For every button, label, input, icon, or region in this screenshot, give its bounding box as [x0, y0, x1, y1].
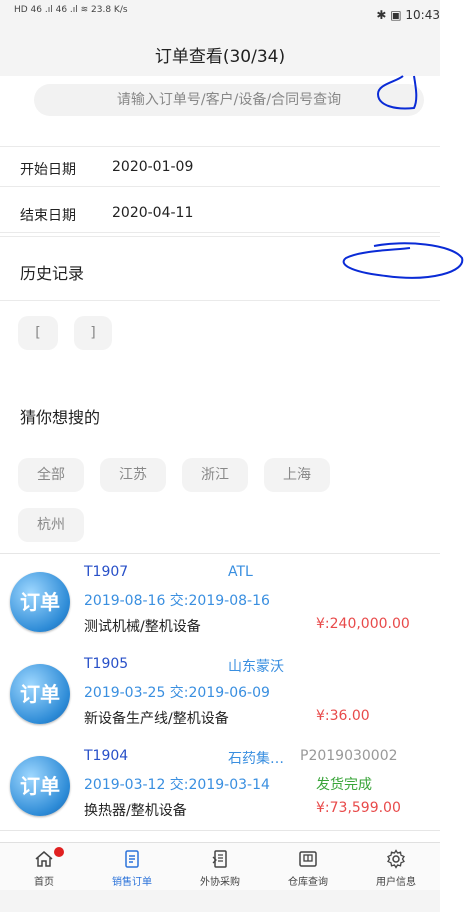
history-title: 历史记录 — [20, 264, 85, 283]
suggest-chip-zhejiang[interactable]: 浙江 — [182, 458, 248, 492]
search-input[interactable] — [34, 84, 424, 116]
tab-label: 仓库查询 — [288, 877, 328, 888]
ink-stroke — [342, 242, 464, 279]
order-row[interactable]: 订单 T1905 山东蒙沃 2019-03-25 交:2019-06-09 新设… — [0, 646, 440, 739]
start-date-label: 开始日期 — [20, 162, 76, 178]
tab-purchase[interactable]: 外协采购 — [176, 843, 264, 891]
status-right: ✱ ▣ 10:43 — [376, 8, 440, 22]
order-amount: ¥:36.00 — [316, 708, 370, 724]
bottom-strip — [0, 890, 440, 912]
order-row[interactable]: 订单 T1904 石药集… P2019030002 2019-03-12 交:2… — [0, 738, 440, 831]
order-amount: ¥:240,000.00 — [316, 616, 410, 632]
title-bar: 订单查看(30/34) — [0, 30, 440, 76]
start-date-value[interactable]: 2020-01-09 — [112, 159, 193, 175]
status-left: HD 46 .ıl 46 .ıl ≋ 23.8 K/s — [14, 5, 128, 15]
tab-label: 用户信息 — [376, 877, 416, 888]
purchase-icon — [212, 850, 227, 868]
order-id: T1907 — [84, 564, 129, 580]
tab-label: 首页 — [34, 877, 54, 888]
tab-warehouse[interactable]: 仓库查询 — [264, 843, 352, 891]
order-dates: 2019-03-12 交:2019-03-14 — [84, 777, 270, 793]
history-chip[interactable]: [ — [18, 316, 58, 350]
gear-icon — [387, 849, 405, 869]
suggest-chip-jiangsu[interactable]: 江苏 — [100, 458, 166, 492]
order-amount: ¥:73,599.00 — [316, 800, 401, 816]
order-id: T1904 — [84, 748, 129, 764]
order-dates: 2019-03-25 交:2019-06-09 — [84, 685, 270, 701]
tab-home[interactable]: 首页 — [0, 843, 88, 891]
tab-sales-order[interactable]: 销售订单 — [88, 843, 176, 891]
order-icon: 订单 — [10, 756, 70, 816]
suggest-chip-all[interactable]: 全部 — [18, 458, 84, 492]
suggest-chip-hangzhou[interactable]: 杭州 — [18, 508, 84, 542]
order-contract: P2019030002 — [300, 748, 398, 764]
search-area — [0, 76, 440, 147]
history-chip[interactable]: ] — [74, 316, 112, 350]
suggest-title: 猜你想搜的 — [20, 408, 101, 427]
order-customer: ATL — [228, 564, 253, 580]
order-customer: 石药集… — [228, 751, 284, 767]
order-product: 测试机械/整机设备 — [84, 619, 201, 635]
tab-label: 销售订单 — [112, 877, 152, 888]
order-icon: 订单 — [10, 664, 70, 724]
tab-user-info[interactable]: 用户信息 — [352, 843, 440, 891]
notification-badge — [54, 847, 64, 857]
order-product: 换热器/整机设备 — [84, 803, 187, 819]
end-date-value[interactable]: 2020-04-11 — [112, 205, 193, 221]
divider — [0, 300, 440, 301]
home-icon — [35, 851, 53, 867]
tab-bar: 首页 销售订单 外协采购 仓库查询 用户信息 — [0, 842, 440, 891]
sales-order-icon — [125, 850, 139, 868]
order-icon: 订单 — [10, 572, 70, 632]
start-date-row[interactable]: 开始日期 2020-01-09 — [0, 150, 440, 187]
tab-label: 外协采购 — [200, 877, 240, 888]
end-date-label: 结束日期 — [20, 208, 76, 224]
suggest-chip-shanghai[interactable]: 上海 — [264, 458, 330, 492]
page-title: 订单查看(30/34) — [154, 47, 286, 67]
warehouse-icon — [299, 851, 317, 867]
order-dates: 2019-08-16 交:2019-08-16 — [84, 593, 270, 609]
divider — [0, 236, 440, 237]
order-product: 新设备生产线/整机设备 — [84, 711, 229, 727]
order-row[interactable]: 订单 T1907 ATL 2019-08-16 交:2019-08-16 测试机… — [0, 554, 440, 647]
order-status: 发货完成 — [316, 777, 372, 793]
status-bar: HD 46 .ıl 46 .ıl ≋ 23.8 K/s ✱ ▣ 10:43 — [0, 0, 440, 30]
order-customer: 山东蒙沃 — [228, 659, 284, 675]
order-id: T1905 — [84, 656, 129, 672]
end-date-row[interactable]: 结束日期 2020-04-11 — [0, 196, 440, 233]
